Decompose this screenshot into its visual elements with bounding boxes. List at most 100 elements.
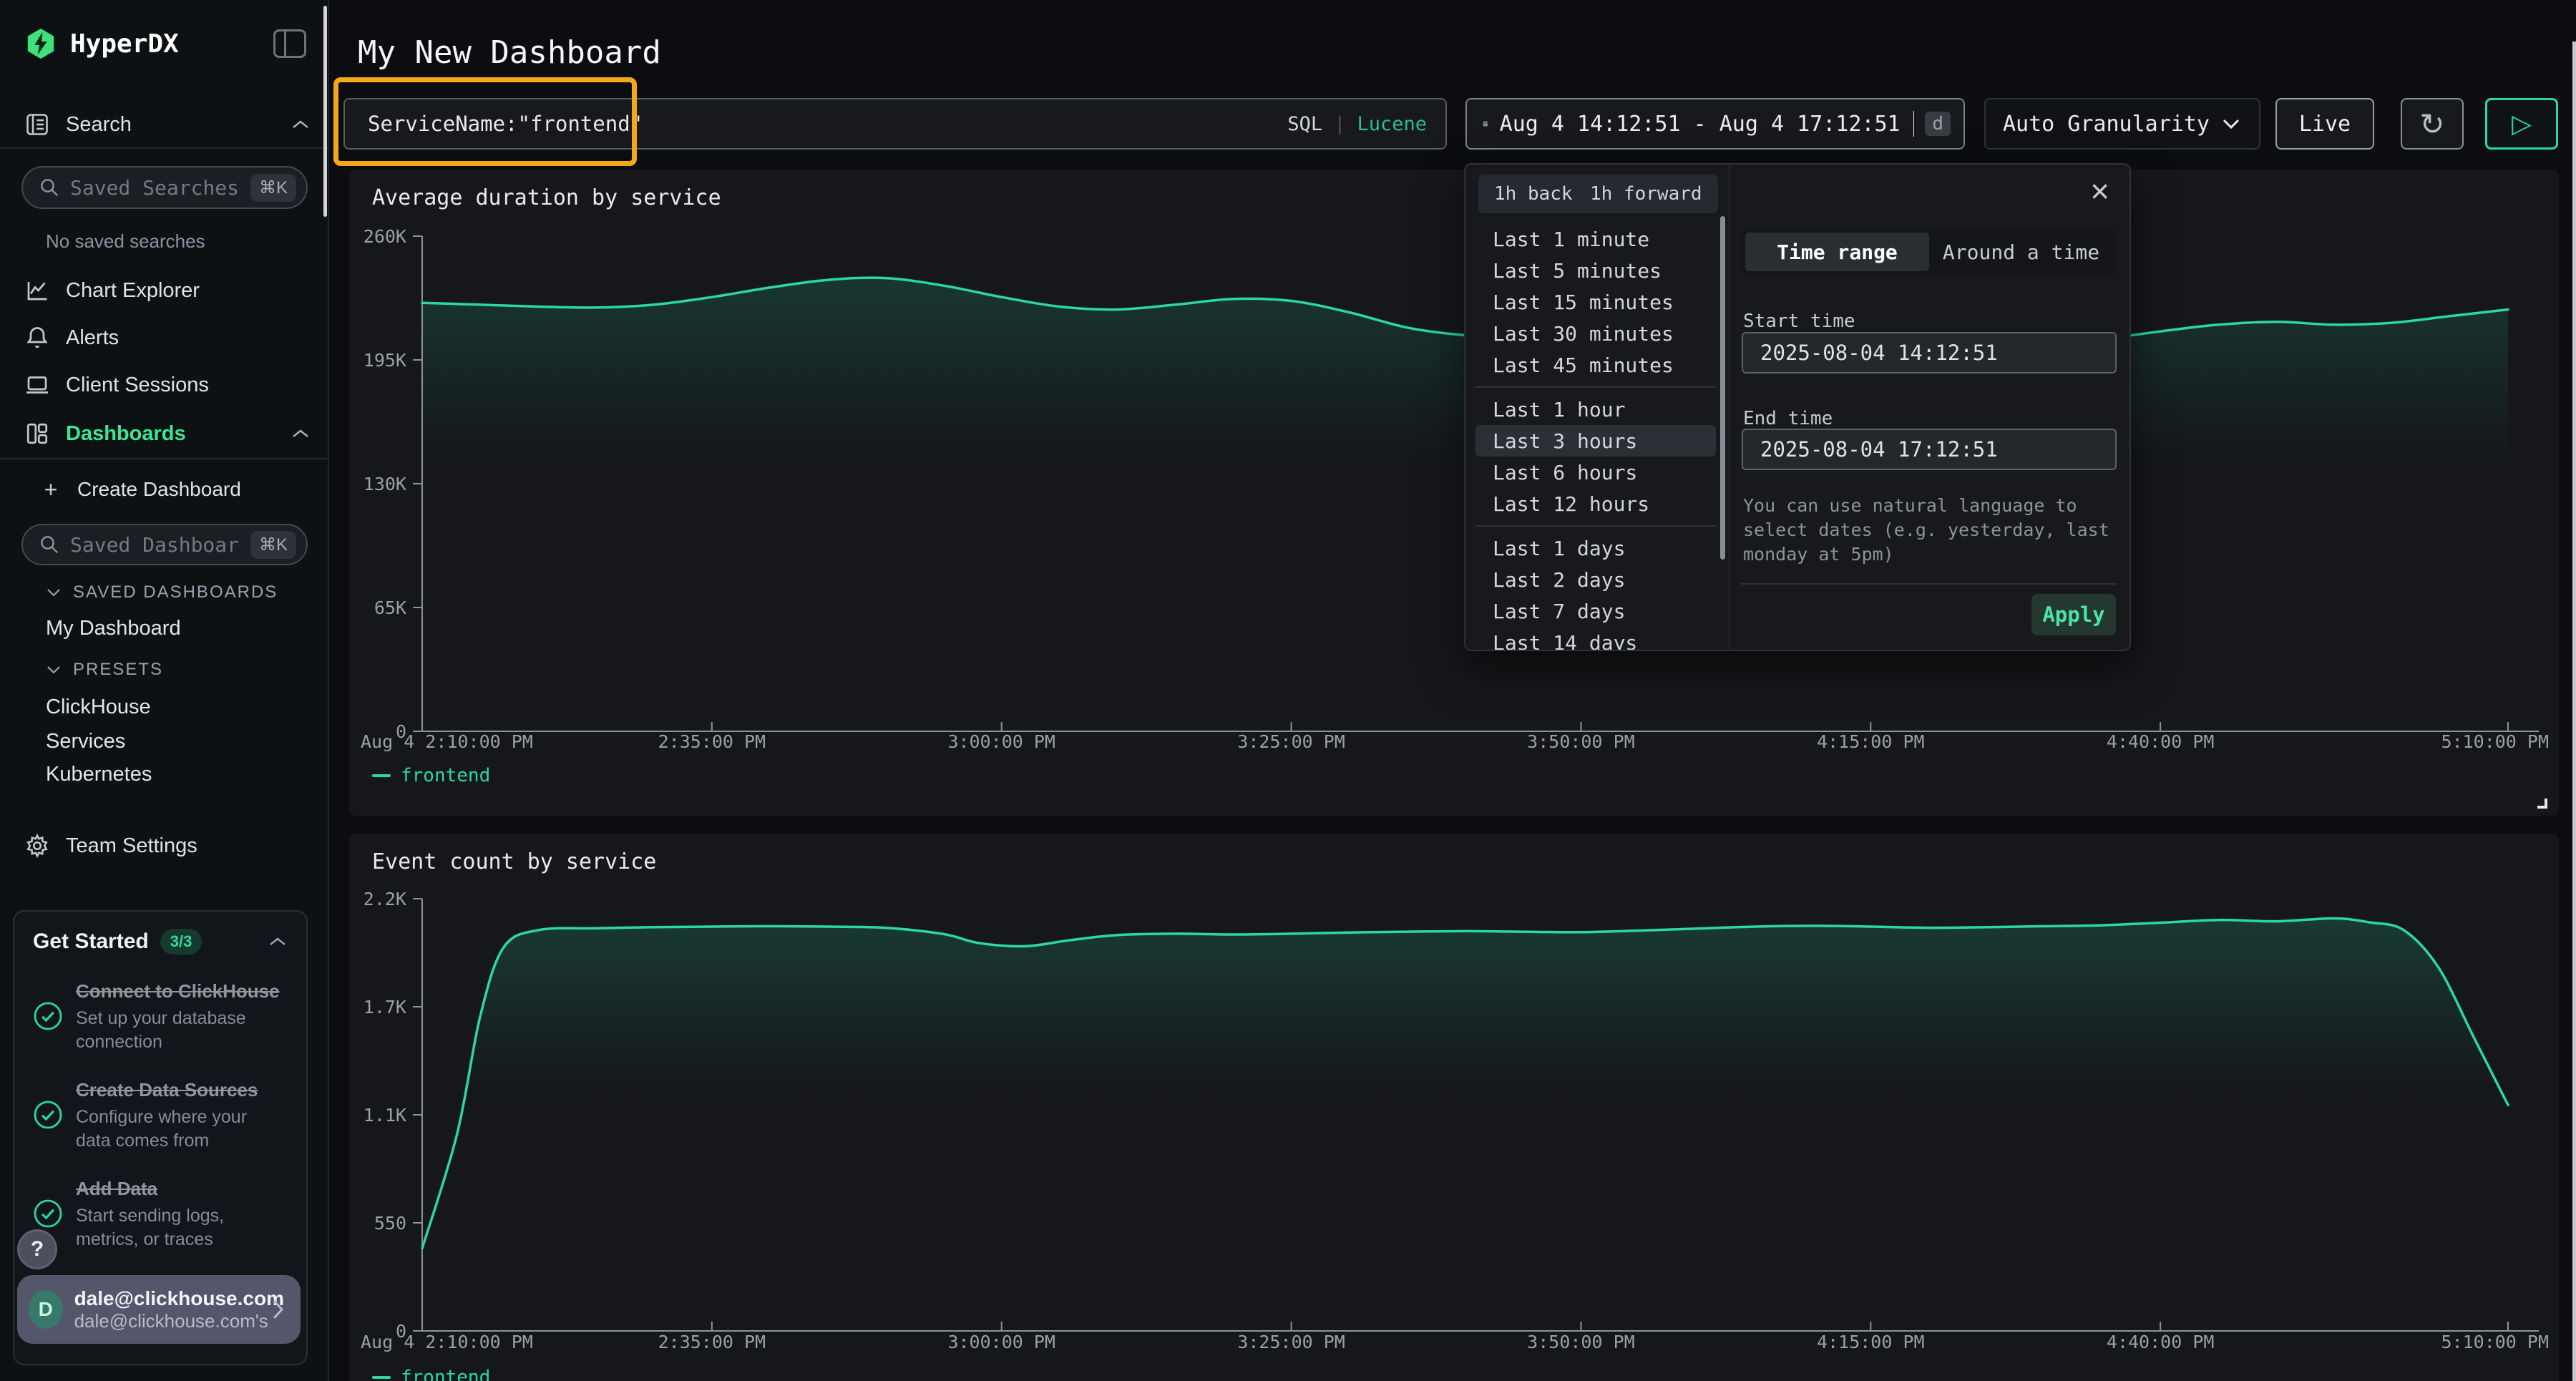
saved-dashboards-input[interactable]: Saved Dashboards ⌘K	[21, 524, 308, 565]
sidebar-item-chart-explorer[interactable]: Chart Explorer	[24, 273, 311, 308]
time-range-input[interactable]: Aug 4 14:12:51 - Aug 4 17:12:51 d	[1465, 98, 1965, 150]
time-range-value: Aug 4 14:12:51 - Aug 4 17:12:51	[1500, 112, 1901, 137]
sidebar-item-dashboards[interactable]: Dashboards	[24, 416, 311, 451]
quick-range-last-1-minute[interactable]: Last 1 minute	[1475, 223, 1716, 255]
sidebar-item-label: Alerts	[66, 326, 119, 350]
gear-icon	[24, 833, 50, 859]
refresh-button[interactable]: ↻	[2401, 98, 2464, 150]
user-menu[interactable]: D dale@clickhouse.com dale@clickhouse.co…	[17, 1275, 301, 1344]
help-label: ?	[31, 1237, 44, 1262]
chevron-down-icon	[46, 665, 62, 675]
start-time-input[interactable]: 2025-08-04 14:12:51	[1742, 332, 2117, 374]
chevron-up-icon[interactable]	[268, 935, 288, 948]
sidebar-collapse-icon[interactable]	[273, 29, 306, 58]
page-scrollbar[interactable]	[2572, 42, 2576, 1381]
dashboard-link-services[interactable]: Services	[46, 730, 125, 753]
svg-text:4:15:00 PM: 4:15:00 PM	[1817, 731, 1925, 752]
sidebar-scrollbar[interactable]	[323, 6, 327, 217]
help-button[interactable]: ?	[17, 1229, 57, 1269]
quick-range-last-7-days[interactable]: Last 7 days	[1475, 595, 1716, 627]
get-started-item[interactable]: Connect to ClickHouse Set up your databas…	[33, 979, 288, 1053]
main-content: My New Dashboard ServiceName:"frontend" …	[331, 0, 2576, 1381]
tutorial-highlight-box	[333, 77, 637, 166]
sidebar-item-team-settings[interactable]: Team Settings	[24, 829, 311, 863]
chevron-down-icon	[2220, 117, 2242, 131]
sidebar-item-search[interactable]: Search	[24, 107, 311, 142]
play-icon: ▷	[2512, 109, 2532, 139]
sidebar-item-client-sessions[interactable]: Client Sessions	[24, 368, 311, 402]
quick-range-last-6-hours[interactable]: Last 6 hours	[1475, 457, 1716, 488]
tab-time-range[interactable]: Time range	[1745, 233, 1929, 271]
close-icon[interactable]: ×	[2090, 172, 2109, 210]
quick-range-last-5-minutes[interactable]: Last 5 minutes	[1475, 255, 1716, 286]
granularity-select[interactable]: Auto Granularity	[1984, 98, 2260, 150]
get-started-item[interactable]: Create Data SourcesConfigure where your …	[33, 1078, 288, 1152]
chevron-up-icon[interactable]	[291, 427, 311, 440]
svg-text:4:40:00 PM: 4:40:00 PM	[2107, 1332, 2215, 1352]
time-picker-popup: 1h back 1h forward × Last 1 minuteLast 5…	[1464, 163, 2131, 651]
svg-text:130K: 130K	[364, 474, 406, 494]
saved-searches-input[interactable]: Saved Searches ⌘K	[21, 166, 308, 209]
text-cursor	[1913, 111, 1914, 137]
panel-resize-handle[interactable]	[2537, 799, 2547, 809]
quick-range-last-14-days[interactable]: Last 14 days	[1475, 627, 1716, 651]
shift-back-button[interactable]: 1h back	[1478, 175, 1589, 213]
quick-range-last-1-hour[interactable]: Last 1 hour	[1475, 394, 1716, 425]
list-scrollbar[interactable]	[1720, 216, 1725, 560]
end-time-input[interactable]: 2025-08-04 17:12:51	[1742, 429, 2117, 470]
sql-mode-toggle[interactable]: SQL	[1287, 113, 1322, 135]
get-started-item[interactable]: Add DataStart sending logs, metrics, or …	[33, 1176, 288, 1251]
dashboard-link-clickhouse[interactable]: ClickHouse	[46, 696, 151, 719]
chart-legend[interactable]: frontend	[372, 1367, 490, 1381]
line-chart[interactable]: 065K130K195K260KAug 4 2:10:00 PM2:35:00 …	[349, 170, 2559, 816]
section-header-saved-dashboards[interactable]: SAVED DASHBOARDS	[46, 582, 311, 602]
search-icon	[39, 534, 60, 555]
create-dashboard-label: Create Dashboard	[77, 478, 241, 501]
chevron-up-icon[interactable]	[291, 118, 311, 131]
laptop-icon	[24, 372, 50, 398]
quick-range-last-15-minutes[interactable]: Last 15 minutes	[1475, 286, 1716, 318]
svg-text:4:15:00 PM: 4:15:00 PM	[1817, 1332, 1925, 1352]
quick-range-last-2-days[interactable]: Last 2 days	[1475, 564, 1716, 595]
shift-forward-button[interactable]: 1h forward	[1574, 175, 1718, 213]
get-started-item-title: Connect to ClickHouse	[76, 979, 280, 1004]
search-icon	[39, 177, 60, 198]
dashboard-link-my-dashboard[interactable]: My Dashboard	[46, 617, 181, 640]
run-query-button[interactable]: ▷	[2485, 98, 2558, 150]
hyperdx-logo-icon	[24, 27, 57, 60]
granularity-value: Auto Granularity	[2003, 112, 2210, 137]
legend-line-swatch	[372, 774, 391, 777]
svg-text:3:50:00 PM: 3:50:00 PM	[1527, 1332, 1635, 1352]
line-chart[interactable]: 05501.1K1.7K2.2KAug 4 2:10:00 PM2:35:00 …	[349, 834, 2559, 1381]
quick-range-last-3-hours[interactable]: Last 3 hours	[1475, 425, 1716, 457]
quick-range-last-1-days[interactable]: Last 1 days	[1475, 532, 1716, 564]
create-dashboard-button[interactable]: + Create Dashboard	[40, 472, 311, 507]
hyperdx-app: HyperDX Search Saved Searches ⌘K No save…	[0, 0, 2576, 1381]
get-started-item-title: Add Data	[76, 1176, 280, 1201]
svg-text:65K: 65K	[374, 597, 406, 618]
chevron-down-icon	[46, 587, 62, 597]
svg-text:3:25:00 PM: 3:25:00 PM	[1237, 1332, 1345, 1352]
live-button[interactable]: Live	[2275, 98, 2374, 150]
apply-button[interactable]: Apply	[2031, 594, 2116, 635]
chart-explorer-icon	[24, 278, 50, 303]
bell-icon	[24, 325, 50, 351]
svg-text:3:25:00 PM: 3:25:00 PM	[1237, 731, 1345, 752]
dashboard-link-kubernetes[interactable]: Kubernetes	[46, 763, 152, 786]
avatar: D	[29, 1290, 63, 1329]
svg-text:Aug 4 2:10:00 PM: Aug 4 2:10:00 PM	[361, 1332, 533, 1352]
get-started-title: Get Started	[33, 929, 149, 954]
svg-text:4:40:00 PM: 4:40:00 PM	[2107, 731, 2215, 752]
quick-range-last-30-minutes[interactable]: Last 30 minutes	[1475, 318, 1716, 349]
get-started-item-subtitle: Set up your database connection	[76, 1007, 280, 1053]
sidebar-item-alerts[interactable]: Alerts	[24, 321, 311, 355]
section-header-presets[interactable]: PRESETS	[46, 660, 311, 680]
user-email: dale@clickhouse.com	[74, 1287, 259, 1311]
chart-legend[interactable]: frontend	[372, 765, 490, 786]
svg-text:5:10:00 PM: 5:10:00 PM	[2441, 731, 2549, 752]
quick-range-last-45-minutes[interactable]: Last 45 minutes	[1475, 349, 1716, 381]
tab-around-a-time[interactable]: Around a time	[1929, 233, 2113, 271]
no-saved-searches-text: No saved searches	[46, 230, 205, 253]
lucene-mode-toggle[interactable]: Lucene	[1357, 113, 1427, 135]
quick-range-last-12-hours[interactable]: Last 12 hours	[1475, 488, 1716, 519]
